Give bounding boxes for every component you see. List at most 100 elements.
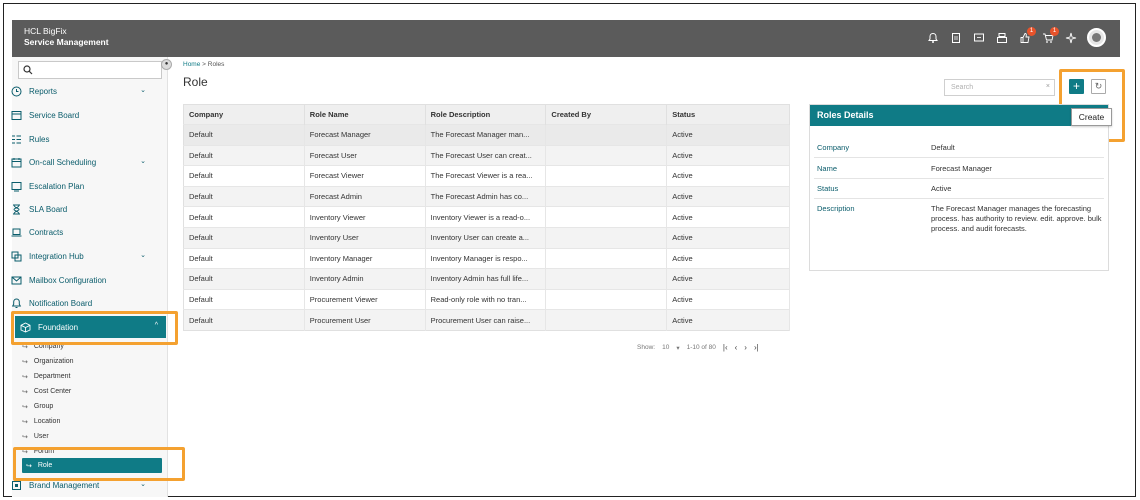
sidebar-item-label: SLA Board <box>29 204 68 214</box>
document-icon[interactable] <box>949 31 963 45</box>
chat-icon[interactable] <box>972 31 986 45</box>
page-size-select[interactable]: 10 <box>662 344 669 351</box>
table-row[interactable]: Default Procurement Viewer Read-only role … <box>183 288 790 310</box>
table-cell: Active <box>666 268 790 290</box>
sidebar-item-label: Escalation Plan <box>29 181 85 191</box>
refresh-button[interactable]: ↻ <box>1091 79 1106 94</box>
sidebar-item-notification-board[interactable]: Notification Board <box>6 295 154 311</box>
table-row[interactable]: Default Forecast User The Forecast User ca… <box>183 144 790 166</box>
table-header-row: Company Role Name Role Description Creat… <box>183 104 790 125</box>
notification-badge: 1 <box>1027 26 1036 36</box>
cart-icon[interactable]: 1 <box>1041 26 1059 45</box>
bell-icon[interactable] <box>926 31 940 45</box>
chevron-down-icon: ⌄ <box>140 481 146 488</box>
column-header[interactable]: Status <box>666 104 790 125</box>
subitem-label: Organization <box>33 358 74 365</box>
table-cell <box>545 226 668 249</box>
sidebar-item-reports[interactable]: Reports ⌄ <box>6 83 154 99</box>
sidebar-subitem-cost-center[interactable]: ↪ Cost Center <box>22 385 162 398</box>
table-row[interactable]: Default Forecast Viewer The Forecast Viewe… <box>183 165 790 187</box>
next-page-icon[interactable]: › <box>744 343 747 352</box>
detail-value: The Forecast Manager manages the forecas… <box>931 204 1102 233</box>
monitor-icon <box>10 180 22 192</box>
detail-key: Name <box>817 164 838 173</box>
sidebar-item-label: On-call Scheduling <box>29 157 97 167</box>
hub-icon <box>10 250 22 262</box>
table-row[interactable]: Default Inventory User Inventory User can … <box>183 226 790 249</box>
chevron-down-icon: ⌄ <box>140 158 146 165</box>
table-cell: Inventory Manager is respo... <box>425 247 547 269</box>
sidebar-item-service-board[interactable]: Service Board <box>6 107 154 123</box>
sidebar-subitem-group[interactable]: ↪ Group <box>22 400 162 413</box>
sidebar-item-label: Service Board <box>29 110 80 120</box>
divider <box>814 157 1104 158</box>
table-cell: Forecast Viewer <box>304 165 426 187</box>
sidebar-item-integration-hub[interactable]: Integration Hub ⌄ <box>6 248 154 264</box>
sidebar-item-label: Contracts <box>29 227 64 237</box>
sidebar-item-on-call-scheduling[interactable]: On-call Scheduling ⌄ <box>6 154 154 170</box>
table-cell: The Forecast Manager man... <box>425 124 547 146</box>
column-header[interactable]: Role Description <box>425 104 547 125</box>
column-header[interactable]: Created By <box>545 104 668 125</box>
sidebar-item-rules[interactable]: Rules <box>6 131 154 147</box>
table-cell: Active <box>666 185 790 207</box>
table-cell <box>545 165 668 187</box>
table-row[interactable]: Default Forecast Admin The Forecast Admin … <box>183 185 790 207</box>
subitem-label: Group <box>33 403 54 410</box>
table-cell: Procurement User can raise... <box>425 309 547 331</box>
table-cell: Default <box>183 165 305 187</box>
sidebar-subitem-department[interactable]: ↪ Department <box>22 370 162 383</box>
top-bar: HCL BigFix Service Management 1 1 <box>12 20 1120 57</box>
sidebar-item-label: Notification Board <box>29 298 93 308</box>
sidebar-subitem-location[interactable]: ↪ Location <box>22 415 162 428</box>
table-cell <box>545 309 668 331</box>
sidebar-item-label: Reports <box>29 86 58 96</box>
sidebar-search-input[interactable] <box>18 61 162 79</box>
sparkle-icon[interactable] <box>1064 31 1078 45</box>
sidebar-item-sla-board[interactable]: SLA Board <box>6 201 154 217</box>
search-input[interactable]: Search × <box>944 79 1055 96</box>
table-cell: Active <box>666 124 790 146</box>
table-row[interactable]: Default Forecast Manager The Forecast Mana… <box>183 124 790 146</box>
sidebar-subitem-user[interactable]: ↪ User <box>22 430 162 443</box>
table-cell: The Forecast Admin has co... <box>425 185 547 207</box>
rules-icon <box>10 133 22 145</box>
mail-icon <box>10 274 22 286</box>
brand-logo: HCL BigFix Service Management <box>24 26 109 48</box>
table-cell: Read-only role with no tran... <box>425 288 547 310</box>
table-cell: Active <box>666 288 790 310</box>
table-cell: Default <box>183 124 305 146</box>
subitem-arrow-icon: ↪ <box>22 433 28 441</box>
sidebar-item-contracts[interactable]: Contracts <box>6 224 154 240</box>
chevron-down-icon[interactable]: ▾ <box>676 344 679 352</box>
table-row[interactable]: Default Inventory Viewer Inventory Viewer … <box>183 206 790 228</box>
table-row[interactable]: Default Inventory Manager Inventory Manage… <box>183 247 790 269</box>
sidebar-subitem-organization[interactable]: ↪ Organization <box>22 355 162 368</box>
table-cell: Inventory Admin has full life... <box>425 268 547 290</box>
first-page-icon[interactable]: |‹ <box>723 343 728 352</box>
hourglass-icon <box>10 203 22 215</box>
prev-page-icon[interactable]: ‹ <box>735 343 738 352</box>
sidebar-collapse-button[interactable]: ● <box>161 59 172 70</box>
clear-icon[interactable]: × <box>1046 83 1050 90</box>
avatar[interactable] <box>1087 28 1106 47</box>
create-tooltip: Create <box>1071 108 1112 126</box>
breadcrumb-home[interactable]: Home <box>183 61 200 68</box>
thumbs-up-icon[interactable]: 1 <box>1018 26 1036 45</box>
cart-badge: 1 <box>1050 26 1059 36</box>
table-cell <box>545 206 668 228</box>
column-header[interactable]: Company <box>183 104 305 125</box>
table-cell: Default <box>183 206 305 228</box>
approval-icon[interactable] <box>995 31 1009 45</box>
detail-value: Forecast Manager <box>931 164 992 173</box>
sidebar-item-escalation-plan[interactable]: Escalation Plan <box>6 178 154 194</box>
table-cell: Inventory User <box>304 226 426 249</box>
create-button[interactable]: + <box>1069 79 1084 94</box>
last-page-icon[interactable]: ›| <box>754 343 759 352</box>
column-header[interactable]: Role Name <box>304 104 426 125</box>
table-row[interactable]: Default Procurement User Procurement User … <box>183 309 790 331</box>
table-cell: The Forecast Viewer is a rea... <box>425 165 547 187</box>
sidebar-item-mailbox-configuration[interactable]: Mailbox Configuration <box>6 272 154 288</box>
table-row[interactable]: Default Inventory Admin Inventory Admin ha… <box>183 268 790 290</box>
subitem-arrow-icon: ↪ <box>22 373 28 381</box>
